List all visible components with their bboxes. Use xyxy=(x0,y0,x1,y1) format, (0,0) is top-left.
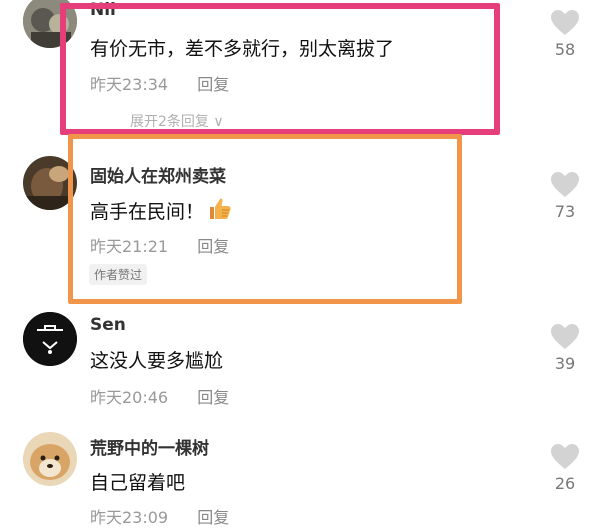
expand-replies-link[interactable]: 展开2条回复 ∨ xyxy=(130,111,224,131)
comment-time: 昨天20:46 xyxy=(90,388,169,407)
comment-item: Nil 有价无市，差不多就行，别太离拔了 昨天23:34 回复 58 展开2条回… xyxy=(0,0,600,130)
comment-time: 昨天23:09 xyxy=(90,508,169,527)
comment-text-body: 高手在民间！ xyxy=(90,201,205,223)
like-count: 39 xyxy=(554,354,576,373)
like-button[interactable]: 73 xyxy=(549,172,581,221)
avatar[interactable] xyxy=(23,312,77,366)
heart-icon xyxy=(551,444,579,469)
like-button[interactable]: 39 xyxy=(549,324,581,373)
like-count: 73 xyxy=(554,202,576,221)
reply-button[interactable]: 回复 xyxy=(197,71,229,95)
avatar[interactable] xyxy=(23,0,77,48)
like-count: 26 xyxy=(554,474,576,493)
comment-item: 荒野中的一棵树 自己留着吧 昨天23:09 回复 26 xyxy=(0,420,600,527)
reply-button[interactable]: 回复 xyxy=(197,233,229,257)
comment-meta: 昨天23:34 回复 xyxy=(90,71,229,95)
avatar[interactable] xyxy=(23,156,77,210)
comment-time: 昨天23:34 xyxy=(90,75,169,94)
comment-text: 自己留着吧 xyxy=(90,472,186,494)
like-button[interactable]: 58 xyxy=(549,10,581,59)
comment-text: 这没人要多尴尬 xyxy=(90,350,224,372)
comment-text: 高手在民间！ xyxy=(90,197,232,226)
comment-username[interactable]: 固始人在郑州卖菜 xyxy=(90,162,226,187)
like-button[interactable]: 26 xyxy=(549,444,581,493)
comment-text: 有价无市，差不多就行，别太离拔了 xyxy=(90,38,395,60)
comment-meta: 昨天23:09 回复 xyxy=(90,504,229,528)
comment-username[interactable]: Nil xyxy=(90,0,116,20)
heart-icon xyxy=(551,10,579,35)
heart-icon xyxy=(551,324,579,349)
avatar[interactable] xyxy=(23,432,77,486)
comment-username[interactable]: Sen xyxy=(90,315,126,335)
comment-meta: 昨天20:46 回复 xyxy=(90,384,229,408)
reply-button[interactable]: 回复 xyxy=(197,504,229,528)
reply-button[interactable]: 回复 xyxy=(197,384,229,408)
comment-meta: 昨天21:21 回复 xyxy=(90,233,229,257)
like-count: 58 xyxy=(554,40,576,59)
comment-item: Sen 这没人要多尴尬 昨天20:46 回复 39 xyxy=(0,300,600,420)
author-liked-badge: 作者赞过 xyxy=(89,264,148,285)
comment-time: 昨天21:21 xyxy=(90,237,169,256)
thumbs-up-emoji xyxy=(208,197,232,226)
comment-username[interactable]: 荒野中的一棵树 xyxy=(90,434,209,459)
heart-icon xyxy=(551,172,579,197)
